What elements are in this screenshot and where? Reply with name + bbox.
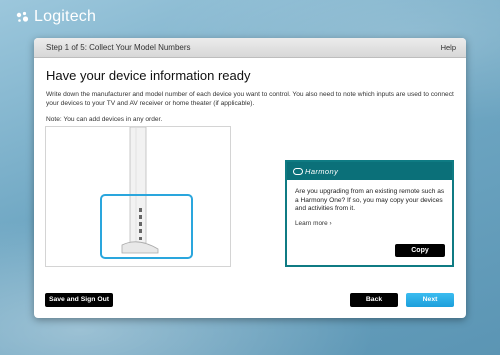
- harmony-logo-bar: Harmony: [287, 162, 452, 180]
- device-tower-illustration: [100, 127, 193, 259]
- page-title: Have your device information ready: [46, 68, 251, 83]
- device-illustration-panel: [45, 126, 231, 267]
- harmony-logo-icon: [293, 167, 303, 175]
- save-and-sign-out-button[interactable]: Save and Sign Out: [45, 293, 113, 307]
- learn-more-link[interactable]: Learn more ›: [287, 214, 452, 227]
- setup-dialog: Step 1 of 5: Collect Your Model Numbers …: [34, 38, 466, 318]
- help-link[interactable]: Help: [441, 43, 456, 52]
- harmony-logo: Harmony: [293, 167, 338, 176]
- copy-button[interactable]: Copy: [395, 244, 445, 257]
- dialog-header: Step 1 of 5: Collect Your Model Numbers …: [34, 38, 466, 58]
- dialog-content: Have your device information ready Write…: [34, 58, 466, 123]
- brand-name: Logitech: [34, 8, 97, 25]
- note-text: Note: You can add devices in any order.: [46, 116, 163, 123]
- next-button[interactable]: Next: [406, 293, 454, 307]
- harmony-upgrade-card: Harmony Are you upgrading from an existi…: [285, 160, 454, 267]
- back-button[interactable]: Back: [350, 293, 398, 307]
- step-title: Step 1 of 5: Collect Your Model Numbers: [46, 43, 191, 52]
- description: Write down the manufacturer and model nu…: [46, 91, 454, 107]
- logitech-mark-icon: [16, 11, 29, 22]
- harmony-upgrade-text: Are you upgrading from an existing remot…: [295, 188, 445, 212]
- logitech-brand: Logitech: [14, 6, 96, 28]
